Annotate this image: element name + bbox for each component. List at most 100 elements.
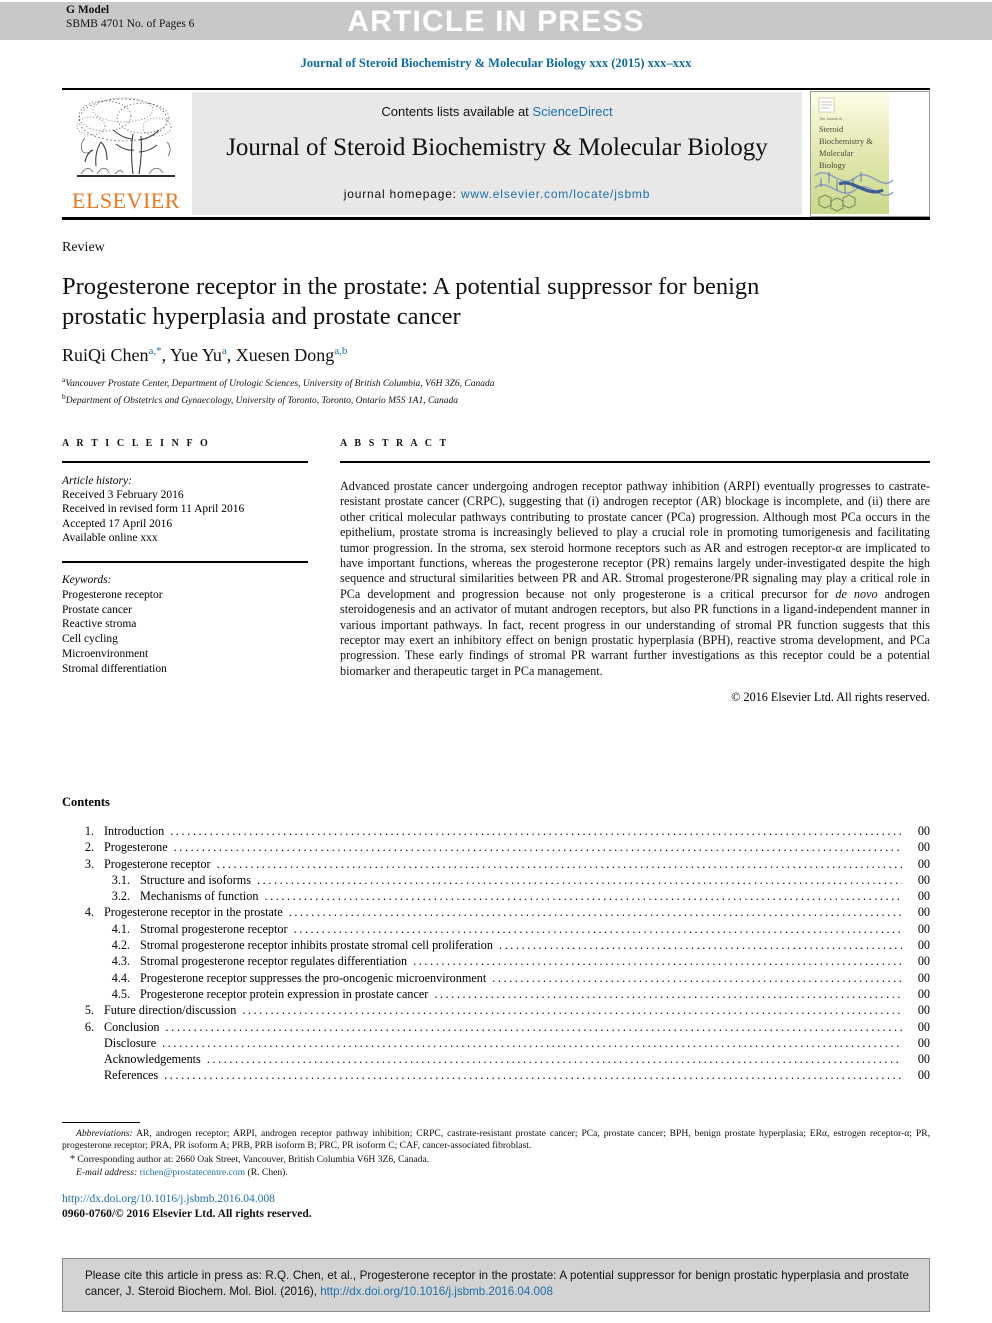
toc-row[interactable]: 4.3. Stromal progesterone receptor regula… [62,953,930,969]
abstract-part-1: Advanced prostate cancer undergoing andr… [340,479,930,601]
toc-row[interactable]: 4.2. Stromal progesterone receptor inhibi… [62,937,930,953]
issn-copyright-line: 0960-0760/© 2016 Elsevier Ltd. All right… [62,1207,312,1220]
toc-row[interactable]: 2. Progesterone..........................… [62,839,930,855]
svg-text:The Journal of: The Journal of [819,117,842,121]
toc-leader-dots: ........................................… [206,1052,902,1067]
toc-row[interactable]: 3. Progesterone receptor.................… [62,856,930,872]
toc-number: 4.1. [111,921,130,936]
keywords-rule [62,561,308,564]
history-item: Received in revised form 11 April 2016 [62,503,245,516]
toc-leader-dots: ........................................… [165,1019,902,1034]
doi-link[interactable]: http://dx.doi.org/10.1016/j.jsbmb.2016.0… [62,1193,275,1205]
toc-page-number: 00 [917,840,930,855]
toc-leader-dots: ........................................… [264,889,902,904]
author-list: RuiQi Chena,*, Yue Yua, Xuesen Donga,b [62,345,348,365]
toc-leader-dots: ........................................… [288,905,902,920]
abstract-heading: A B S T R A C T [340,438,449,449]
abstract-column: A B S T R A C T Advanced prostate cancer… [340,438,930,705]
toc-page-number: 00 [917,1068,930,1083]
abstract-rule [340,461,930,463]
toc-page-number: 00 [917,1019,930,1034]
masthead-center-panel: Contents lists available at ScienceDirec… [192,92,802,215]
contents-prefix: Contents lists available at [381,104,533,119]
article-type: Review [62,240,105,255]
toc-page-number: 00 [917,1003,930,1018]
journal-running-head: Journal of Steroid Biochemistry & Molecu… [300,56,692,70]
toc-row[interactable]: 4.1. Stromal progesterone receptor.......… [62,921,930,937]
keywords-label: Keywords: [62,574,112,587]
toc-page-number: 00 [917,1052,930,1067]
footnotes-block: Abbreviations: AR, androgen receptor; AR… [62,1128,930,1180]
article-info-column: A R T I C L E I N F O Article history: R… [62,438,308,677]
corresponding-author-text: Corresponding author at: 2660 Oak Street… [77,1153,430,1165]
table-of-contents: 1. Introduction..........................… [62,823,930,1084]
toc-page-number: 00 [917,872,930,887]
footnote-rule [62,1122,140,1123]
toc-row[interactable]: References..............................… [62,1067,930,1083]
journal-cover-art: The Journal of Steroid Biochemistry & Mo… [811,92,927,214]
toc-row[interactable]: 3.1. Structure and isoforms..............… [62,872,930,888]
keyword-item: Microenvironment [62,648,149,660]
toc-leader-dots: ........................................… [434,986,902,1001]
toc-leader-dots: ........................................… [170,824,902,838]
sciencedirect-link[interactable]: ScienceDirect [532,104,612,119]
toc-label: Structure and isoforms [140,872,252,887]
journal-cover-thumbnail: The Journal of Steroid Biochemistry & Mo… [810,91,930,217]
toc-leader-dots: ........................................… [242,1003,902,1018]
toc-row[interactable]: 3.2. Mechanisms of function..............… [62,888,930,904]
toc-row[interactable]: 4. Progesterone receptor in the prostate.… [62,904,930,920]
journal-homepage-link[interactable]: www.elsevier.com/locate/jsbmb [461,187,650,201]
toc-row[interactable]: Disclosure..............................… [62,1035,930,1051]
abbreviations-text: AR, androgen receptor; ARPI, androgen re… [62,1128,930,1152]
keyword-item: Reactive stroma [62,618,137,631]
toc-number: 4.5. [111,986,130,1001]
affiliation-b: bDepartment of Obstetrics and Gynaecolog… [62,391,862,408]
toc-row[interactable]: 4.4. Progesterone receptor suppresses the… [62,970,930,986]
toc-row[interactable]: 1. Introduction..........................… [62,823,930,839]
svg-text:Molecular: Molecular [819,149,854,158]
toc-leader-dots: ........................................… [492,970,902,985]
article-info-heading: A R T I C L E I N F O [62,438,211,449]
toc-label: Progesterone receptor in the prostate [104,905,283,920]
toc-label: Stromal progesterone receptor regulates … [140,954,408,969]
elsevier-logo: ELSEVIER [65,92,187,217]
toc-row[interactable]: 4.5. Progesterone receptor protein expres… [62,986,930,1002]
toc-leader-dots: ........................................… [216,856,902,871]
svg-text:Biochemistry &: Biochemistry & [819,137,873,146]
affiliation-b-text: Department of Obstetrics and Gynaecology… [65,395,459,406]
affiliation-a: aVancouver Prostate Center, Department o… [62,374,862,391]
toc-number: 3. [84,856,94,871]
toc-label: Introduction [104,824,165,838]
toc-page-number: 00 [917,905,930,920]
toc-number: 4. [84,905,94,920]
toc-label: Progesterone [104,840,168,855]
toc-leader-dots: ........................................… [499,938,902,953]
email-link[interactable]: richen@prostatecentre.com [140,1167,246,1178]
history-item: Accepted 17 April 2016 [62,517,173,530]
history-item: Available online xxx [62,531,158,544]
author-2: Yue Yu [170,345,222,365]
toc-label: Progesterone receptor [104,856,211,871]
toc-label: Mechanisms of function [140,889,259,904]
toc-number: 3.2. [111,889,130,904]
page-title: Progesterone receptor in the prostate: A… [62,273,760,330]
g-model-block: G Model SBMB 4701 No. of Pages 6 [66,4,194,31]
cite-box: Please cite this article in press as: R.… [62,1258,930,1312]
toc-row[interactable]: 5. Future direction/discussion...........… [62,1002,930,1018]
toc-leader-dots: ........................................… [257,872,902,887]
toc-number: 4.2. [111,938,130,953]
toc-page-number: 00 [917,824,930,838]
toc-label: References [104,1068,159,1083]
toc-label: Conclusion [104,1019,160,1034]
toc-row[interactable]: 6. Conclusion............................… [62,1019,930,1035]
toc-label: Disclosure [104,1035,157,1050]
keyword-item: Cell cycling [62,633,118,646]
affiliation-a-text: Vancouver Prostate Center, Department of… [65,379,495,390]
history-item: Received 3 February 2016 [62,489,184,502]
keywords-block: Keywords: Progesterone receptor Prostate… [62,573,308,677]
cite-doi-link[interactable]: http://dx.doi.org/10.1016/j.jsbmb.2016.0… [320,1285,553,1298]
toc-row[interactable]: Acknowledgements........................… [62,1051,930,1067]
svg-text:Biology: Biology [819,161,847,170]
toc-label: Progesterone receptor protein expression… [140,986,429,1001]
g-model-id: SBMB 4701 No. of Pages 6 [66,17,195,30]
